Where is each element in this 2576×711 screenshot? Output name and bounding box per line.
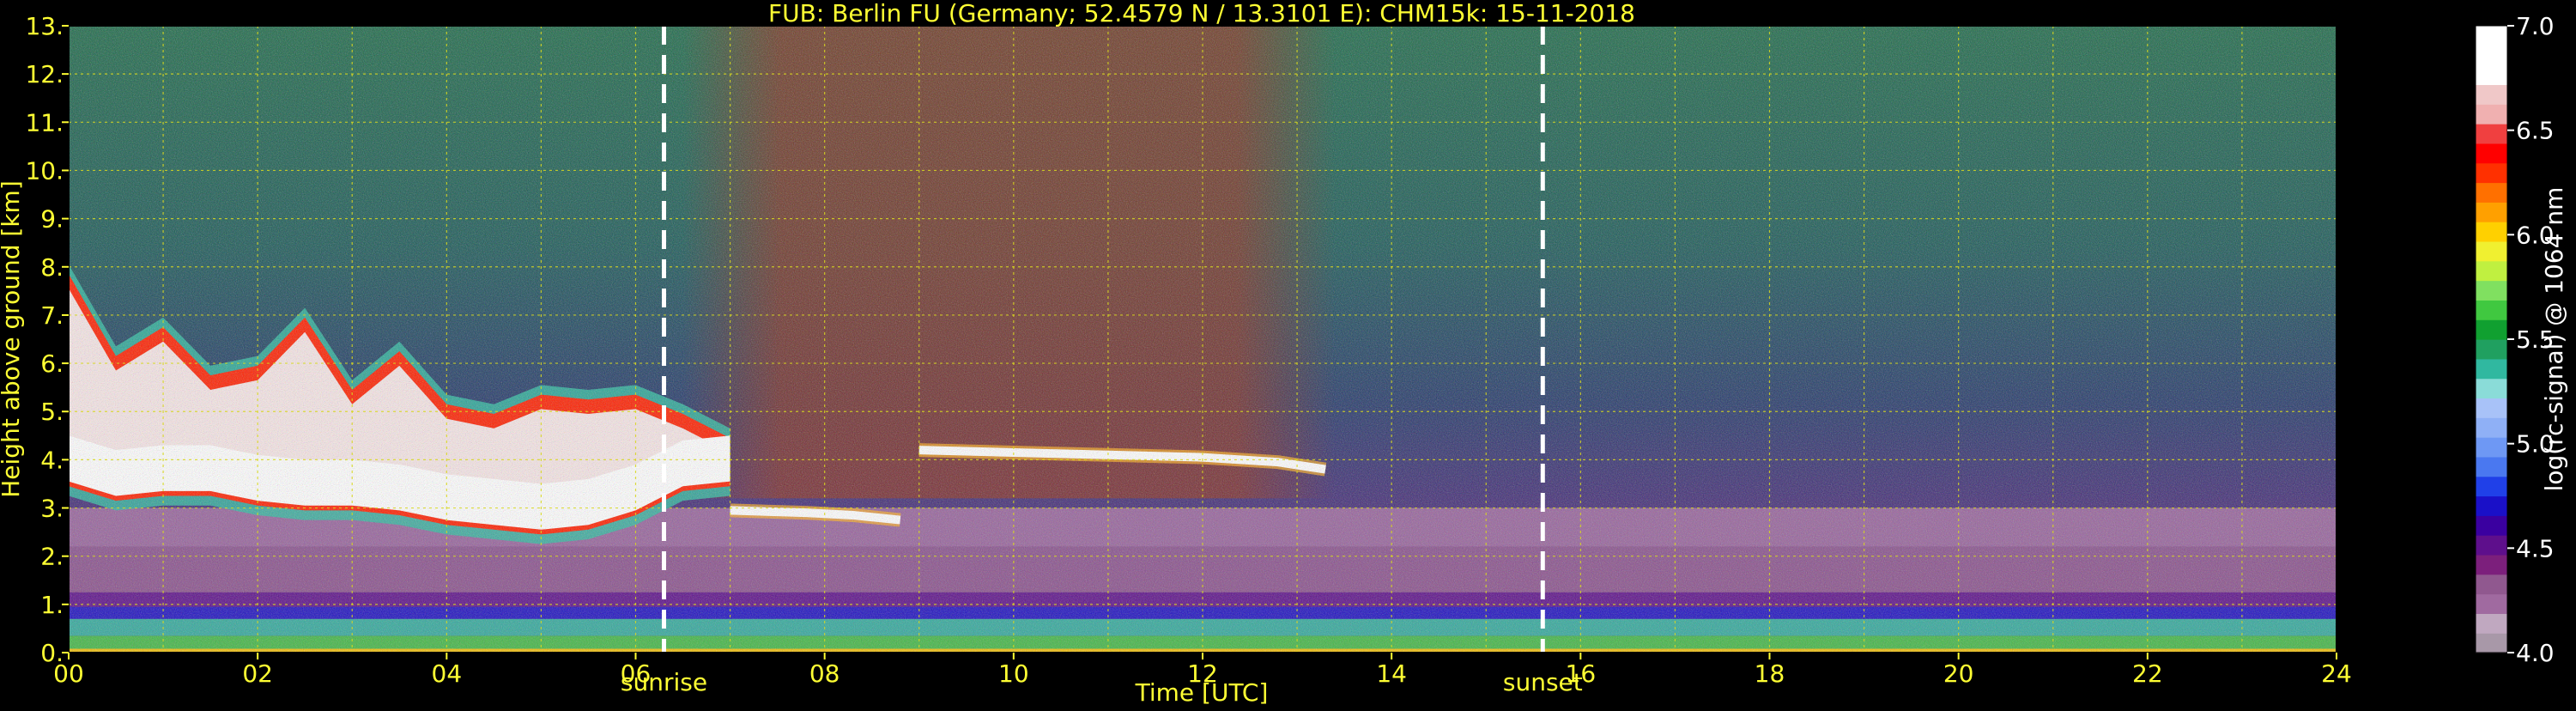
colorbar-label: log(rc-signal) @ 1064 nm [2540,187,2568,492]
colorbar-swatch [2476,476,2507,497]
colorbar-swatch [2476,574,2507,595]
colorbar-swatch [2476,554,2507,575]
x-tick-label: 10 [998,659,1029,688]
colorbar-swatch [2476,45,2507,66]
y-tick-label: 3. [40,495,64,523]
colorbar-swatch [2476,300,2507,320]
colorbar-swatch [2476,222,2507,242]
colorbar-tick-label: 6.5 [2516,117,2555,145]
colorbar-swatch [2476,26,2507,46]
x-tick-label: 16 [1566,659,1597,688]
colorbar-swatch [2476,495,2507,516]
colorbar-swatch [2476,437,2507,458]
y-tick-label: 9. [40,205,64,234]
colorbar-tick-label: 4.5 [2516,534,2555,562]
colorbar-swatch [2476,64,2507,86]
colorbar-swatch [2476,143,2507,164]
colorbar-swatch [2476,417,2507,438]
colorbar-swatch [2476,240,2507,262]
y-tick-label: 13. [25,12,64,40]
colorbar-swatch [2476,162,2507,184]
colorbar-swatch [2476,124,2507,144]
colorbar-swatch [2476,535,2507,556]
lidar-chart-svg: sunrise sunset 00 02 04 06 08 10 12 14 16 18 20 22 24… [0,0,2568,707]
colorbar-swatch [2476,633,2507,653]
x-axis-label: Time [UTC] [1135,678,1269,707]
y-axis-label: Height above ground [km] [0,180,25,498]
x-tick-label: 24 [2321,659,2352,688]
y-tick-label: 0. [40,639,64,667]
y-tick-label: 6. [40,349,64,378]
colorbar-swatch [2476,202,2507,222]
colorbar-swatch [2476,84,2507,105]
y-tick-label: 7. [40,301,64,330]
y-tick-label: 10. [25,156,64,185]
colorbar-tick-label: 4.0 [2516,639,2555,667]
y-tick-label: 5. [40,398,64,426]
lidar-chart: sunrise sunset 00 02 04 06 08 10 12 14 16 18 20 22 24… [0,0,2576,708]
y-tick-label: 12. [25,60,64,88]
colorbar-swatch [2476,280,2507,301]
colorbar-swatch [2476,260,2507,282]
colorbar-swatch [2476,613,2507,634]
y-tick-label: 4. [40,446,64,474]
x-tick-label: 14 [1376,659,1407,688]
x-tick-label: 04 [432,659,463,688]
y-tick-label: 11. [25,108,64,137]
x-tick-label: 18 [1755,659,1785,688]
colorbar-swatch [2476,456,2507,477]
y-tick-label: 2. [40,543,64,571]
colorbar-swatch [2476,358,2507,380]
colorbar-tick-label: 7.0 [2516,12,2555,40]
colorbar-swatch [2476,593,2507,614]
x-tick-label: 22 [2132,659,2163,688]
colorbar-swatch [2476,398,2507,418]
colorbar-swatch [2476,515,2507,536]
y-ticks: 0. 1. 2. 3. 4. 5. 6. 7. 8. 9. 10. 11. 12. 13. [25,12,69,667]
x-tick-label: 20 [1943,659,1974,688]
chart-title: FUB: Berlin FU (Germany; 52.4579 N / 13.… [768,0,1635,27]
x-tick-label: 08 [809,659,840,688]
colorbar-swatch [2476,182,2507,203]
y-tick-label: 1. [40,591,64,619]
colorbar-swatch [2476,104,2507,125]
x-tick-label: 06 [621,659,652,688]
colorbar [2475,25,2508,653]
colorbar-swatch [2476,378,2507,399]
y-tick-label: 8. [40,253,64,282]
colorbar-swatch [2476,339,2507,360]
colorbar-swatch [2476,319,2507,340]
x-tick-label: 02 [242,659,273,688]
